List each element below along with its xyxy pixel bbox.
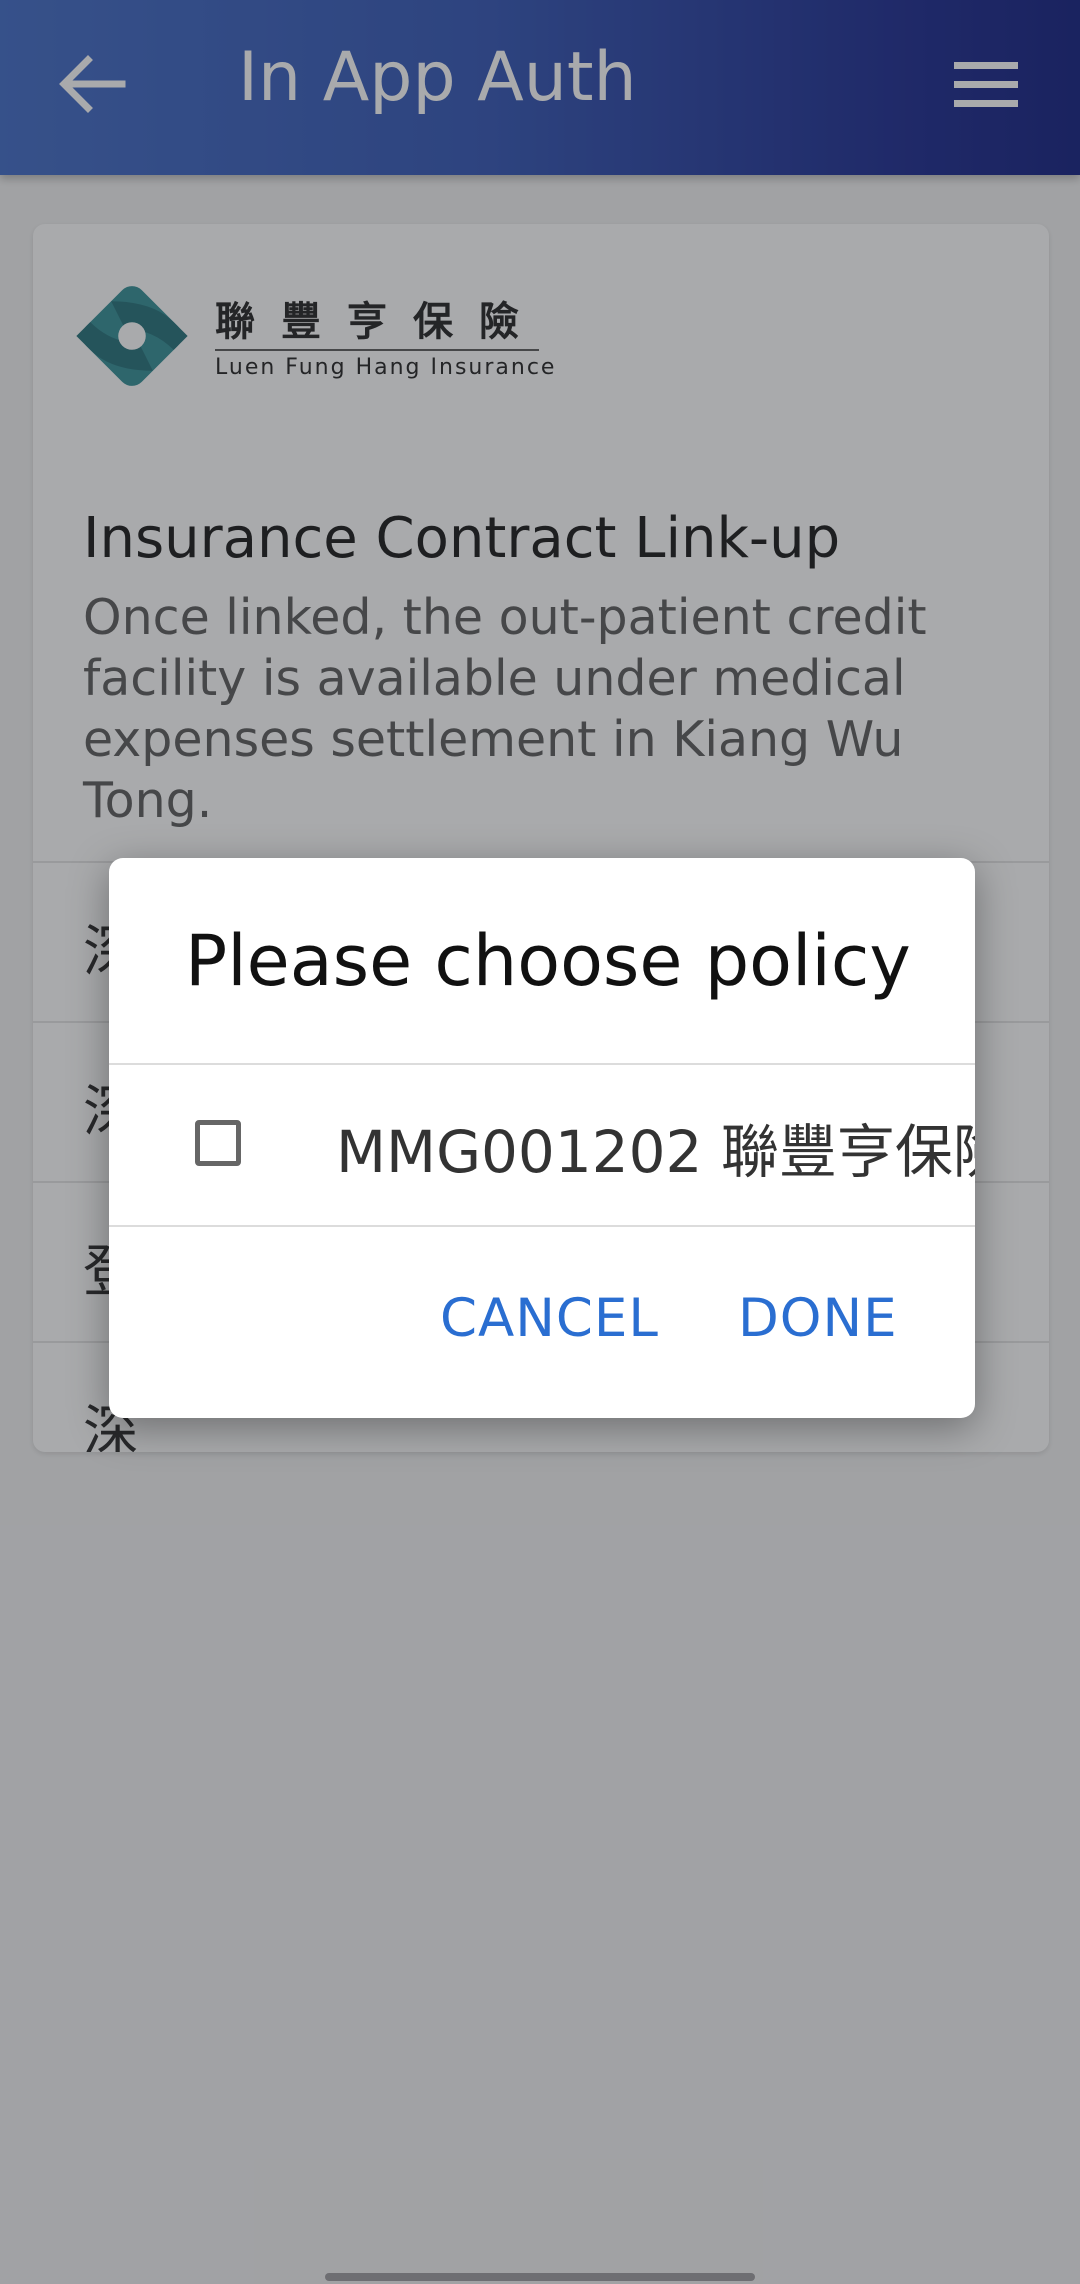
policy-option-label: MMG001202 聯豐亨保險 bbox=[336, 1118, 975, 1186]
gesture-bar[interactable] bbox=[325, 2273, 755, 2281]
screen: In App Auth 聯豐亨保險 Luen Fung Hang Insuran… bbox=[0, 0, 1080, 2284]
cancel-button[interactable]: CANCEL bbox=[440, 1288, 659, 1349]
policy-checkbox[interactable] bbox=[195, 1120, 241, 1166]
done-button[interactable]: DONE bbox=[738, 1288, 898, 1349]
dialog-title: Please choose policy bbox=[185, 920, 911, 1002]
choose-policy-dialog: Please choose policy MMG001202 聯豐亨保險 CAN… bbox=[109, 858, 975, 1418]
dialog-divider bbox=[109, 1225, 975, 1227]
policy-option[interactable]: MMG001202 聯豐亨保險 bbox=[109, 1065, 975, 1225]
